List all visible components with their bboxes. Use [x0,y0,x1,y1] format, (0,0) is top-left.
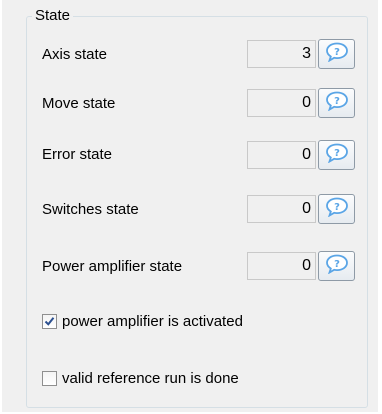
help-icon: ? [325,91,349,115]
valid-reference-run-checkbox[interactable] [42,371,57,386]
move-state-help-button[interactable]: ? [318,88,355,118]
power-amplifier-state-help-button[interactable]: ? [318,251,355,281]
power-amplifier-activated-checkbox-row[interactable]: power amplifier is activated [42,313,243,330]
switches-state-help-button[interactable]: ? [318,194,355,224]
error-state-help-button[interactable]: ? [318,140,355,170]
check-mark-icon [44,317,55,326]
power-amplifier-state-value: 0 [247,252,316,280]
help-icon: ? [325,143,349,167]
error-state-value: 0 [247,141,316,169]
state-panel: State Axis state 3 ? Move state 0 ? Erro… [2,0,378,412]
move-state-label: Move state [42,95,116,112]
group-title: State [32,7,74,25]
valid-reference-run-label: valid reference run is done [62,370,239,387]
svg-text:?: ? [334,259,340,270]
power-amplifier-activated-checkbox[interactable] [42,314,57,329]
axis-state-label: Axis state [42,46,108,63]
move-state-value: 0 [247,89,316,117]
axis-state-value: 3 [247,40,316,68]
switches-state-value: 0 [247,195,316,223]
svg-text:?: ? [334,148,340,159]
help-icon: ? [325,197,349,221]
axis-state-help-button[interactable]: ? [318,39,355,69]
svg-text:?: ? [334,96,340,107]
error-state-label: Error state [42,146,113,163]
help-icon: ? [325,254,349,278]
svg-text:?: ? [334,202,340,213]
help-icon: ? [325,42,349,66]
svg-text:?: ? [334,47,340,58]
valid-reference-run-checkbox-row[interactable]: valid reference run is done [42,370,239,387]
switches-state-label: Switches state [42,201,139,218]
power-amplifier-activated-label: power amplifier is activated [62,313,243,330]
power-amplifier-state-label: Power amplifier state [42,258,183,275]
